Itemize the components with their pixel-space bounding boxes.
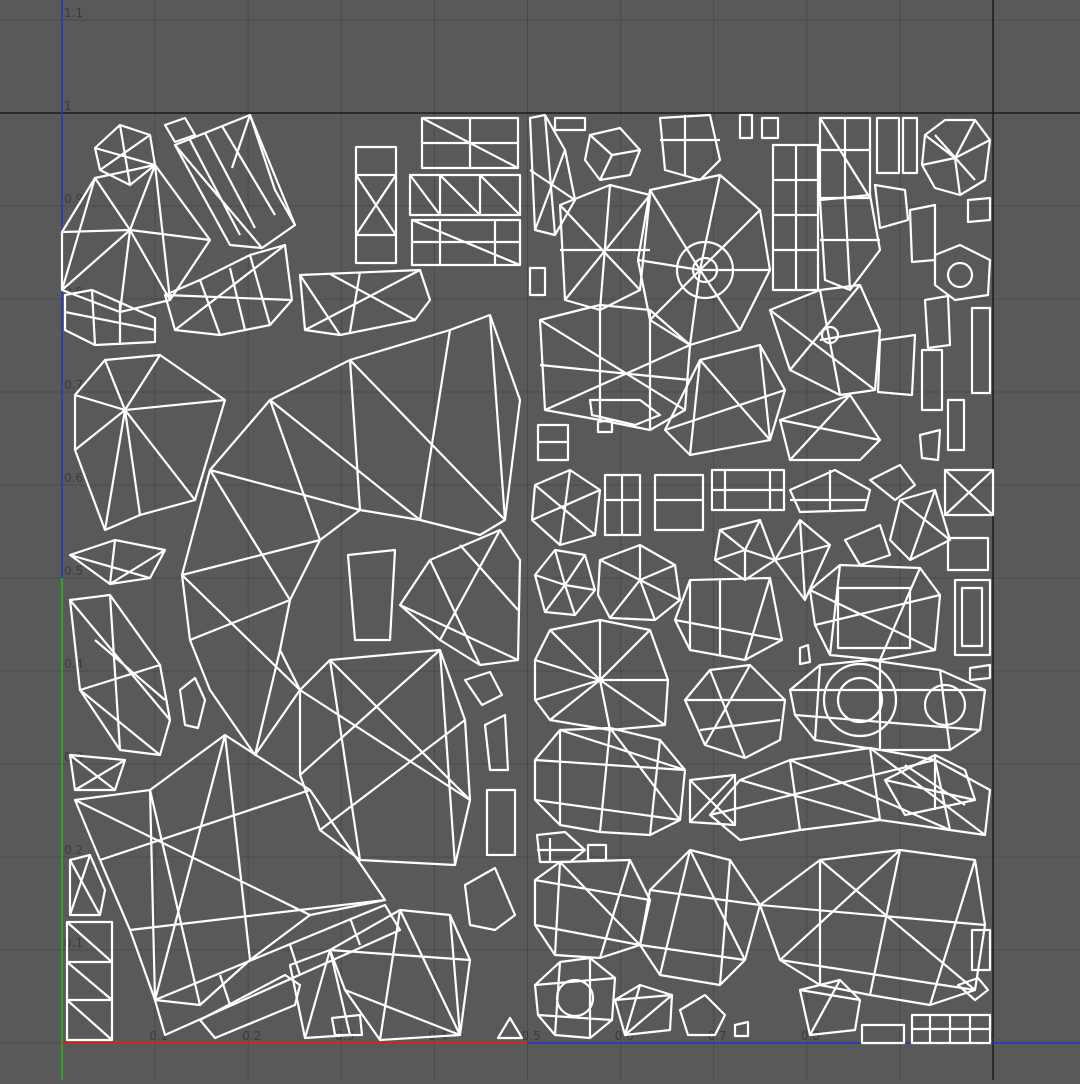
uv-island[interactable]: [346, 548, 397, 642]
uv-island[interactable]: [398, 528, 522, 667]
uv-island[interactable]: [408, 173, 522, 217]
uv-island[interactable]: [73, 353, 227, 532]
uv-island[interactable]: [918, 428, 942, 462]
v-tick-label: 1: [64, 99, 72, 113]
uv-island[interactable]: [533, 548, 597, 617]
uv-island[interactable]: [298, 648, 472, 867]
uv-island[interactable]: [710, 468, 786, 512]
uv-island[interactable]: [946, 536, 990, 572]
v-tick-label: 0.5: [64, 564, 83, 578]
uv-island[interactable]: [636, 173, 772, 347]
uv-island[interactable]: [773, 518, 832, 602]
uv-island[interactable]: [953, 578, 992, 657]
uv-island[interactable]: [860, 1023, 906, 1045]
uv-island[interactable]: [970, 306, 992, 395]
v-tick-label: 0.2: [64, 843, 83, 857]
uv-island[interactable]: [483, 713, 510, 772]
uv-island[interactable]: [908, 203, 937, 264]
uv-island[interactable]: [818, 193, 882, 292]
uv-island[interactable]: [768, 283, 882, 397]
u-tick-label: 0.5: [522, 1029, 541, 1043]
uv-island[interactable]: [533, 618, 670, 732]
uv-island[interactable]: [496, 1016, 524, 1040]
uv-island[interactable]: [758, 848, 987, 1007]
uv-island[interactable]: [354, 145, 398, 265]
uv-island[interactable]: [658, 113, 722, 182]
uv-island[interactable]: [673, 576, 784, 662]
uv-island[interactable]: [923, 294, 952, 350]
uv-island[interactable]: [420, 116, 520, 170]
uv-island[interactable]: [586, 843, 608, 862]
uv-island[interactable]: [178, 676, 207, 730]
uv-island[interactable]: [888, 488, 952, 562]
u-tick-label: 0.2: [242, 1029, 261, 1043]
uv-island[interactable]: [738, 113, 780, 140]
uv-island[interactable]: [638, 848, 762, 987]
uv-island[interactable]: [843, 523, 892, 567]
uv-island[interactable]: [943, 468, 995, 517]
v-tick-label: 1.1: [64, 6, 83, 20]
uv-island[interactable]: [788, 468, 872, 514]
uv-island[interactable]: [798, 643, 812, 666]
uv-island[interactable]: [868, 463, 917, 502]
uv-island[interactable]: [910, 1013, 992, 1045]
uv-island[interactable]: [485, 788, 517, 857]
uv-island[interactable]: [553, 116, 587, 132]
uv-tick-labels: 0.1 0.2 0.3 0.4 0.5 0.6 0.7 0.8 11.110.90.80.70.…: [64, 6, 995, 1043]
uv-island[interactable]: [603, 473, 642, 537]
uv-island[interactable]: [808, 563, 942, 662]
uv-island[interactable]: [798, 978, 862, 1037]
uv-island[interactable]: [876, 333, 917, 397]
uv-island[interactable]: [463, 866, 517, 932]
uv-island[interactable]: [678, 993, 727, 1037]
uv-island[interactable]: [180, 313, 522, 757]
uv-island[interactable]: [533, 956, 617, 1040]
uv-island[interactable]: [533, 726, 687, 837]
uv-island[interactable]: [68, 853, 107, 917]
uv-island[interactable]: [163, 243, 294, 337]
uv-island[interactable]: [733, 1020, 750, 1038]
uv-island[interactable]: [410, 218, 522, 267]
v-tick-label: 0.4: [64, 657, 83, 671]
uv-island[interactable]: [528, 113, 577, 237]
uv-island[interactable]: [818, 116, 872, 200]
uv-island[interactable]: [771, 143, 820, 292]
uv-island[interactable]: [73, 733, 387, 1007]
uv-island[interactable]: [713, 518, 777, 582]
uv-island[interactable]: [966, 196, 992, 224]
uv-island[interactable]: [683, 663, 787, 760]
uv-island[interactable]: [968, 663, 992, 682]
uv-island[interactable]: [920, 348, 966, 452]
uv-island[interactable]: [663, 343, 787, 457]
uv-island[interactable]: [463, 670, 504, 707]
uv-island[interactable]: [530, 468, 602, 547]
uv-island[interactable]: [778, 393, 882, 462]
uv-island[interactable]: [613, 983, 674, 1037]
uv-island[interactable]: [596, 543, 682, 622]
uv-island[interactable]: [68, 753, 127, 792]
uv-island[interactable]: [60, 163, 212, 314]
uv-island[interactable]: [875, 116, 919, 175]
uv-island[interactable]: [298, 268, 432, 337]
uv-canvas[interactable]: 0.1 0.2 0.3 0.4 0.5 0.6 0.7 0.8 11.110.90.80.70.…: [0, 0, 1080, 1080]
uv-island[interactable]: [68, 538, 167, 586]
uv-island[interactable]: [538, 303, 692, 432]
v-tick-label: 0.6: [64, 471, 83, 485]
uv-island[interactable]: [528, 266, 547, 297]
uv-island[interactable]: [933, 243, 992, 302]
uv-island[interactable]: [920, 118, 992, 197]
uv-island[interactable]: [583, 126, 642, 182]
uv-island[interactable]: [653, 473, 705, 532]
uv-island[interactable]: [536, 423, 570, 462]
uv-island[interactable]: [533, 858, 652, 960]
uv-island[interactable]: [788, 658, 987, 752]
uv-editor-viewport[interactable]: 0.1 0.2 0.3 0.4 0.5 0.6 0.7 0.8 1 1.1 1 0.9 0.8 0.7 0.…: [0, 0, 1080, 1080]
